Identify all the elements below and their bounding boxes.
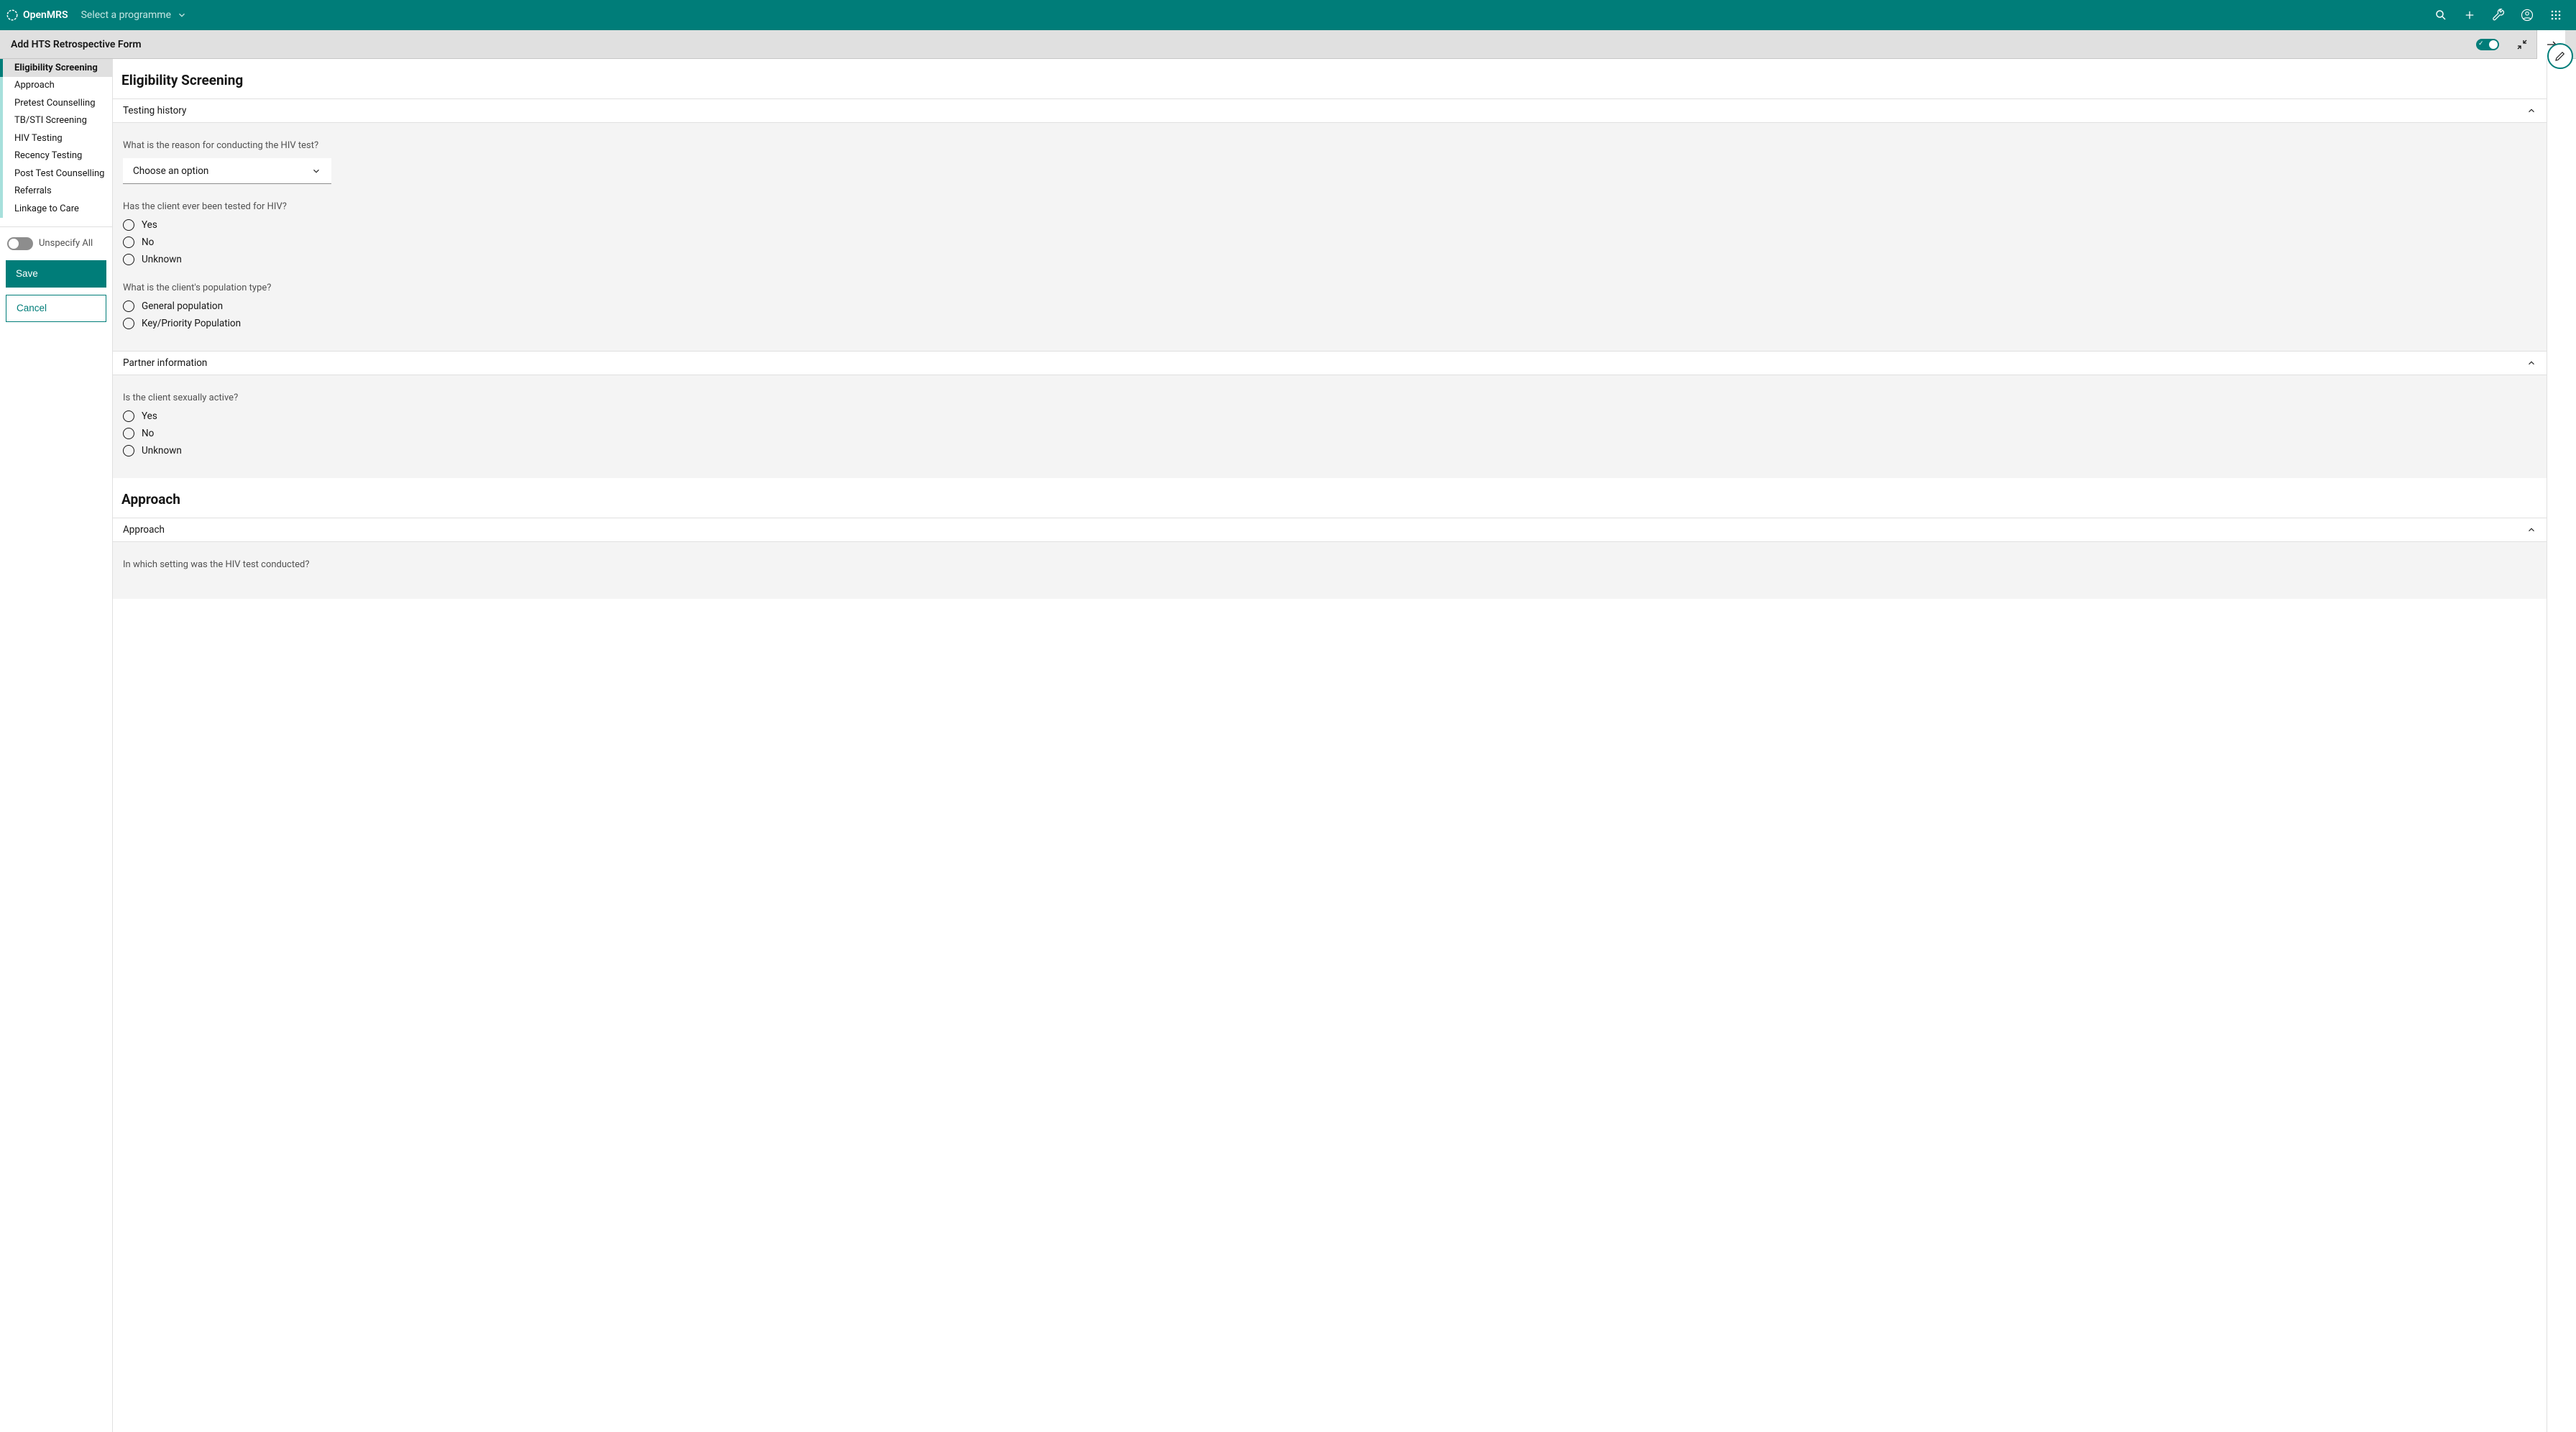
section-nav-list: Eligibility Screening Approach Pretest C… bbox=[0, 59, 112, 218]
apps-grid-icon bbox=[2550, 9, 2562, 21]
radio-icon bbox=[123, 237, 134, 248]
radio-icon bbox=[123, 300, 134, 312]
plus-icon bbox=[2465, 10, 2475, 20]
group-title: Partner information bbox=[123, 357, 207, 369]
section-approach: Approach Approach In which setting was t… bbox=[113, 478, 2547, 599]
user-button[interactable] bbox=[2513, 0, 2542, 30]
radio-tested-yes[interactable]: Yes bbox=[123, 219, 2536, 231]
radio-icon bbox=[123, 318, 134, 329]
radio-active-unknown[interactable]: Unknown bbox=[123, 445, 2536, 456]
radio-pop-general[interactable]: General population bbox=[123, 300, 2536, 312]
nav-item-referrals[interactable]: Referrals bbox=[0, 183, 112, 201]
field-label: What is the client's population type? bbox=[123, 283, 2536, 293]
minimize-button[interactable] bbox=[2508, 30, 2536, 59]
chevron-down-icon bbox=[311, 166, 321, 176]
section-title-approach: Approach bbox=[113, 478, 2547, 518]
field-setting: In which setting was the HIV test conduc… bbox=[123, 559, 2536, 570]
radio-icon bbox=[123, 428, 134, 439]
nav-item-pretest[interactable]: Pretest Counselling bbox=[0, 94, 112, 112]
radio-active-yes[interactable]: Yes bbox=[123, 410, 2536, 422]
cancel-button[interactable]: Cancel bbox=[6, 295, 106, 322]
chevron-down-icon bbox=[177, 10, 187, 20]
field-population: What is the client's population type? Ge… bbox=[123, 283, 2536, 329]
field-reason: What is the reason for conducting the HI… bbox=[123, 140, 2536, 184]
form-content[interactable]: Eligibility Screening Testing history Wh… bbox=[113, 59, 2547, 1432]
field-sexually-active: Is the client sexually active? Yes No Un… bbox=[123, 393, 2536, 456]
programme-selector[interactable]: Select a programme bbox=[81, 9, 187, 21]
unspecify-toggle-row[interactable]: Unspecify All bbox=[6, 237, 106, 250]
add-button[interactable] bbox=[2455, 0, 2484, 30]
form-title: Add HTS Retrospective Form bbox=[11, 39, 142, 50]
nav-item-eligibility[interactable]: Eligibility Screening bbox=[0, 59, 112, 77]
field-label: Is the client sexually active? bbox=[123, 393, 2536, 403]
group-header-testing-history[interactable]: Testing history bbox=[113, 98, 2547, 123]
group-header-partner-info[interactable]: Partner information bbox=[113, 351, 2547, 375]
chevron-up-icon bbox=[2526, 106, 2536, 116]
group-title: Testing history bbox=[123, 105, 186, 116]
radio-tested-no[interactable]: No bbox=[123, 237, 2536, 248]
unspecify-label: Unspecify All bbox=[39, 238, 93, 249]
section-eligibility: Eligibility Screening Testing history Wh… bbox=[113, 59, 2547, 478]
search-button[interactable] bbox=[2426, 0, 2455, 30]
floating-edit-button[interactable] bbox=[2547, 43, 2573, 69]
check-icon: ✓ bbox=[2478, 40, 2484, 47]
nav-item-posttest[interactable]: Post Test Counselling bbox=[0, 165, 112, 183]
reason-dropdown[interactable]: Choose an option bbox=[123, 158, 331, 184]
field-label: Has the client ever been tested for HIV? bbox=[123, 201, 2536, 212]
top-navbar: OpenMRS Select a programme bbox=[0, 0, 2576, 30]
nav-item-approach[interactable]: Approach bbox=[0, 77, 112, 95]
search-icon bbox=[2434, 9, 2447, 22]
save-button[interactable]: Save bbox=[6, 260, 106, 288]
radio-icon bbox=[123, 410, 134, 422]
nav-item-tbsti[interactable]: TB/STI Screening bbox=[0, 112, 112, 130]
radio-icon bbox=[123, 254, 134, 265]
programme-label: Select a programme bbox=[81, 9, 171, 21]
form-toggle[interactable]: ✓ bbox=[2476, 39, 2499, 50]
chevron-up-icon bbox=[2526, 358, 2536, 368]
chevron-up-icon bbox=[2526, 525, 2536, 535]
group-body-approach: In which setting was the HIV test conduc… bbox=[113, 542, 2547, 599]
section-title-eligibility: Eligibility Screening bbox=[113, 59, 2547, 98]
nav-item-linkage[interactable]: Linkage to Care bbox=[0, 200, 112, 218]
nav-item-recency[interactable]: Recency Testing bbox=[0, 147, 112, 165]
radio-active-no[interactable]: No bbox=[123, 428, 2536, 439]
radio-icon bbox=[123, 445, 134, 456]
group-body-testing-history: What is the reason for conducting the HI… bbox=[113, 123, 2547, 351]
radio-tested-unknown[interactable]: Unknown bbox=[123, 254, 2536, 265]
unspecify-toggle[interactable] bbox=[7, 237, 33, 250]
field-tested: Has the client ever been tested for HIV?… bbox=[123, 201, 2536, 265]
pencil-icon bbox=[2554, 50, 2567, 63]
side-rail bbox=[2547, 59, 2576, 1432]
form-header-bar: Add HTS Retrospective Form ✓ bbox=[0, 30, 2576, 59]
wrench-icon bbox=[2491, 8, 2506, 22]
user-circle-icon bbox=[2521, 9, 2534, 22]
field-label: In which setting was the HIV test conduc… bbox=[123, 559, 2536, 570]
group-header-approach[interactable]: Approach bbox=[113, 518, 2547, 542]
group-title: Approach bbox=[123, 524, 165, 536]
radio-pop-key[interactable]: Key/Priority Population bbox=[123, 318, 2536, 329]
brand-label: OpenMRS bbox=[23, 9, 68, 21]
nav-item-hivtesting[interactable]: HIV Testing bbox=[0, 129, 112, 147]
group-body-partner-info: Is the client sexually active? Yes No Un… bbox=[113, 375, 2547, 478]
form-sidebar: Eligibility Screening Approach Pretest C… bbox=[0, 59, 113, 1432]
dropdown-value: Choose an option bbox=[133, 165, 208, 177]
minimize-icon bbox=[2516, 39, 2528, 50]
apps-button[interactable] bbox=[2542, 0, 2570, 30]
tools-button[interactable] bbox=[2484, 0, 2513, 30]
radio-icon bbox=[123, 219, 134, 231]
brand-logo[interactable]: OpenMRS bbox=[6, 9, 68, 22]
openmrs-logo-icon bbox=[6, 9, 19, 22]
field-label: What is the reason for conducting the HI… bbox=[123, 140, 2536, 151]
